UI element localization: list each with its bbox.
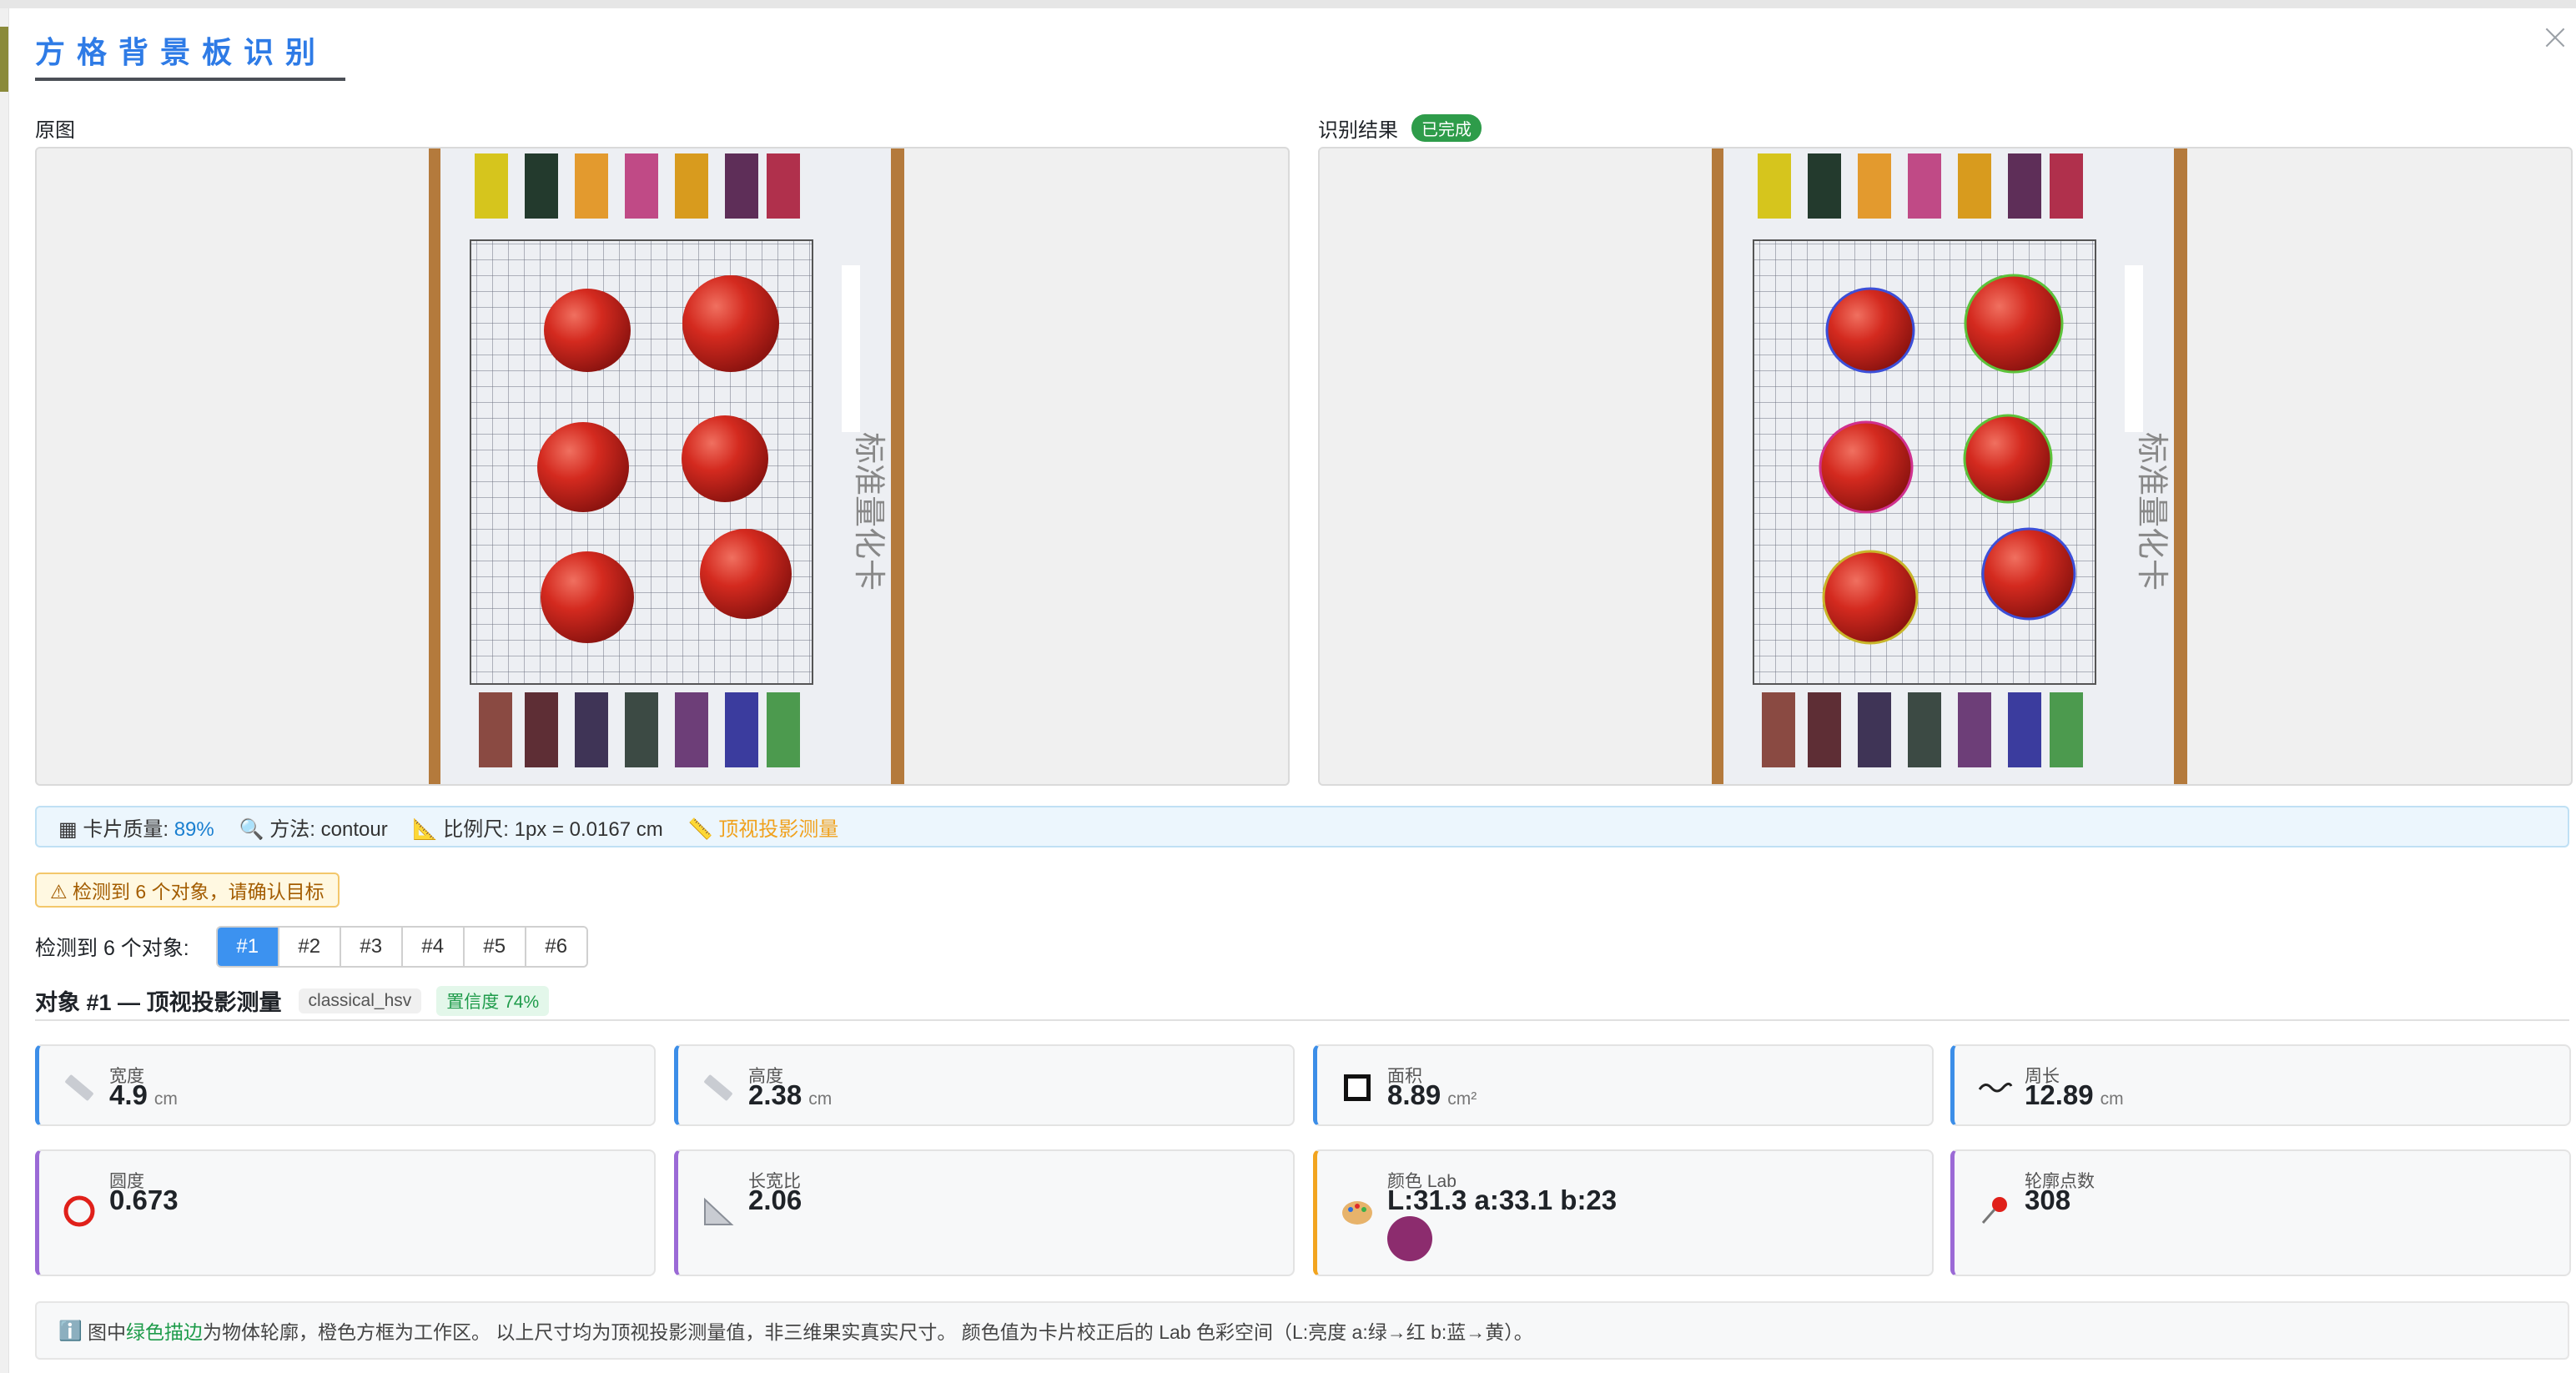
result-image-panel: 标准量化卡	[1318, 147, 2573, 786]
metric-value: L:31.3 a:33.1 b:23	[1387, 1184, 1618, 1215]
metric-card-contour-points: 轮廓点数 308	[1950, 1149, 2571, 1276]
metric-card-aspect-ratio: 长宽比 2.06	[674, 1149, 1295, 1276]
info-icon: ℹ️	[58, 1319, 83, 1341]
warning-badge: ⚠ 检测到 6 个对象，请确认目标	[35, 873, 340, 908]
close-icon[interactable]	[2541, 23, 2569, 52]
object-tab-5[interactable]: #5	[464, 928, 526, 966]
circle-icon	[63, 1195, 95, 1227]
result-photo: 标准量化卡	[1712, 148, 2187, 784]
original-image-panel: 标准量化卡	[35, 147, 1290, 786]
title-underline	[35, 78, 345, 81]
status-badge: 已完成	[1411, 114, 1482, 142]
ruler-icon	[65, 1074, 93, 1101]
wave-icon	[1978, 1082, 2013, 1093]
metric-value: 4.9 cm	[109, 1079, 178, 1110]
object-header: 对象 #1 — 顶视投影测量 classical_hsv 置信度 74%	[35, 984, 550, 1017]
metric-card-width: 宽度 4.9 cm	[35, 1044, 656, 1126]
object-tab-2[interactable]: #2	[279, 928, 341, 966]
result-image-label: 识别结果 已完成	[1318, 113, 1482, 143]
palette-icon	[1342, 1201, 1372, 1225]
metric-value: 308	[2025, 1184, 2071, 1215]
metric-value: 8.89 cm²	[1387, 1079, 1477, 1110]
object-tab-3[interactable]: #3	[340, 928, 403, 966]
top-border	[0, 0, 2576, 8]
metric-value: 0.673	[109, 1184, 179, 1215]
method: 🔍 方法: contour	[239, 817, 388, 841]
svg-text:标准量化卡: 标准量化卡	[851, 432, 888, 591]
metric-value: 2.06	[748, 1184, 802, 1215]
svg-text:标准量化卡: 标准量化卡	[2134, 432, 2171, 591]
metric-card-color: 颜色 Lab L:31.3 a:33.1 b:23	[1313, 1149, 1934, 1276]
metric-card-perimeter: 周长 12.89 cm	[1950, 1044, 2571, 1126]
result-label-text: 识别结果	[1318, 119, 1398, 142]
square-icon	[1344, 1074, 1371, 1101]
object-count-label: 检测到 6 个对象:	[35, 937, 189, 960]
object-tab-4[interactable]: #4	[402, 928, 465, 966]
metric-value: 12.89 cm	[2025, 1079, 2124, 1110]
metric-card-height: 高度 2.38 cm	[674, 1044, 1295, 1126]
pin-icon	[1981, 1197, 2007, 1224]
object-tabs: #1 #2 #3 #4 #5 #6	[215, 926, 588, 968]
divider	[35, 1019, 2569, 1021]
triangle-ruler-icon	[704, 1197, 734, 1225]
confidence-tag: 置信度 74%	[436, 985, 550, 1016]
dialog-title: 方格背景板识别	[35, 35, 328, 69]
background-window-fragment	[0, 27, 8, 92]
info-note: ℹ️ 图中 绿色描边 为物体轮廓，橙色方框为工作区。 以上尺寸均为顶视投影测量值，非…	[35, 1301, 2569, 1360]
measure-mode: 📏 顶视投影测量	[687, 817, 839, 841]
metric-value: 2.38 cm	[748, 1079, 833, 1110]
card-quality: ▦ 卡片质量: 89%	[58, 817, 214, 841]
info-bar: ▦ 卡片质量: 89% 🔍 方法: contour 📐 比例尺: 1px = 0…	[35, 806, 2569, 847]
metric-card-roundness: 圆度 0.673	[35, 1149, 656, 1276]
scale: 📐 比例尺: 1px = 0.0167 cm	[412, 817, 663, 841]
object-title: 对象 #1 — 顶视投影测量	[35, 990, 282, 1015]
object-tab-6[interactable]: #6	[526, 928, 586, 966]
ruler-icon	[704, 1074, 732, 1101]
object-tab-1[interactable]: #1	[217, 928, 279, 966]
object-selector: 检测到 6 个对象: #1 #2 #3 #4 #5 #6	[35, 926, 588, 968]
color-swatch	[1387, 1216, 1432, 1261]
original-image-label: 原图	[35, 119, 75, 142]
background-window-strip	[0, 8, 9, 1373]
metric-card-area: 面积 8.89 cm²	[1313, 1044, 1934, 1126]
algorithm-tag: classical_hsv	[298, 988, 422, 1013]
original-photo: 标准量化卡	[429, 148, 904, 784]
